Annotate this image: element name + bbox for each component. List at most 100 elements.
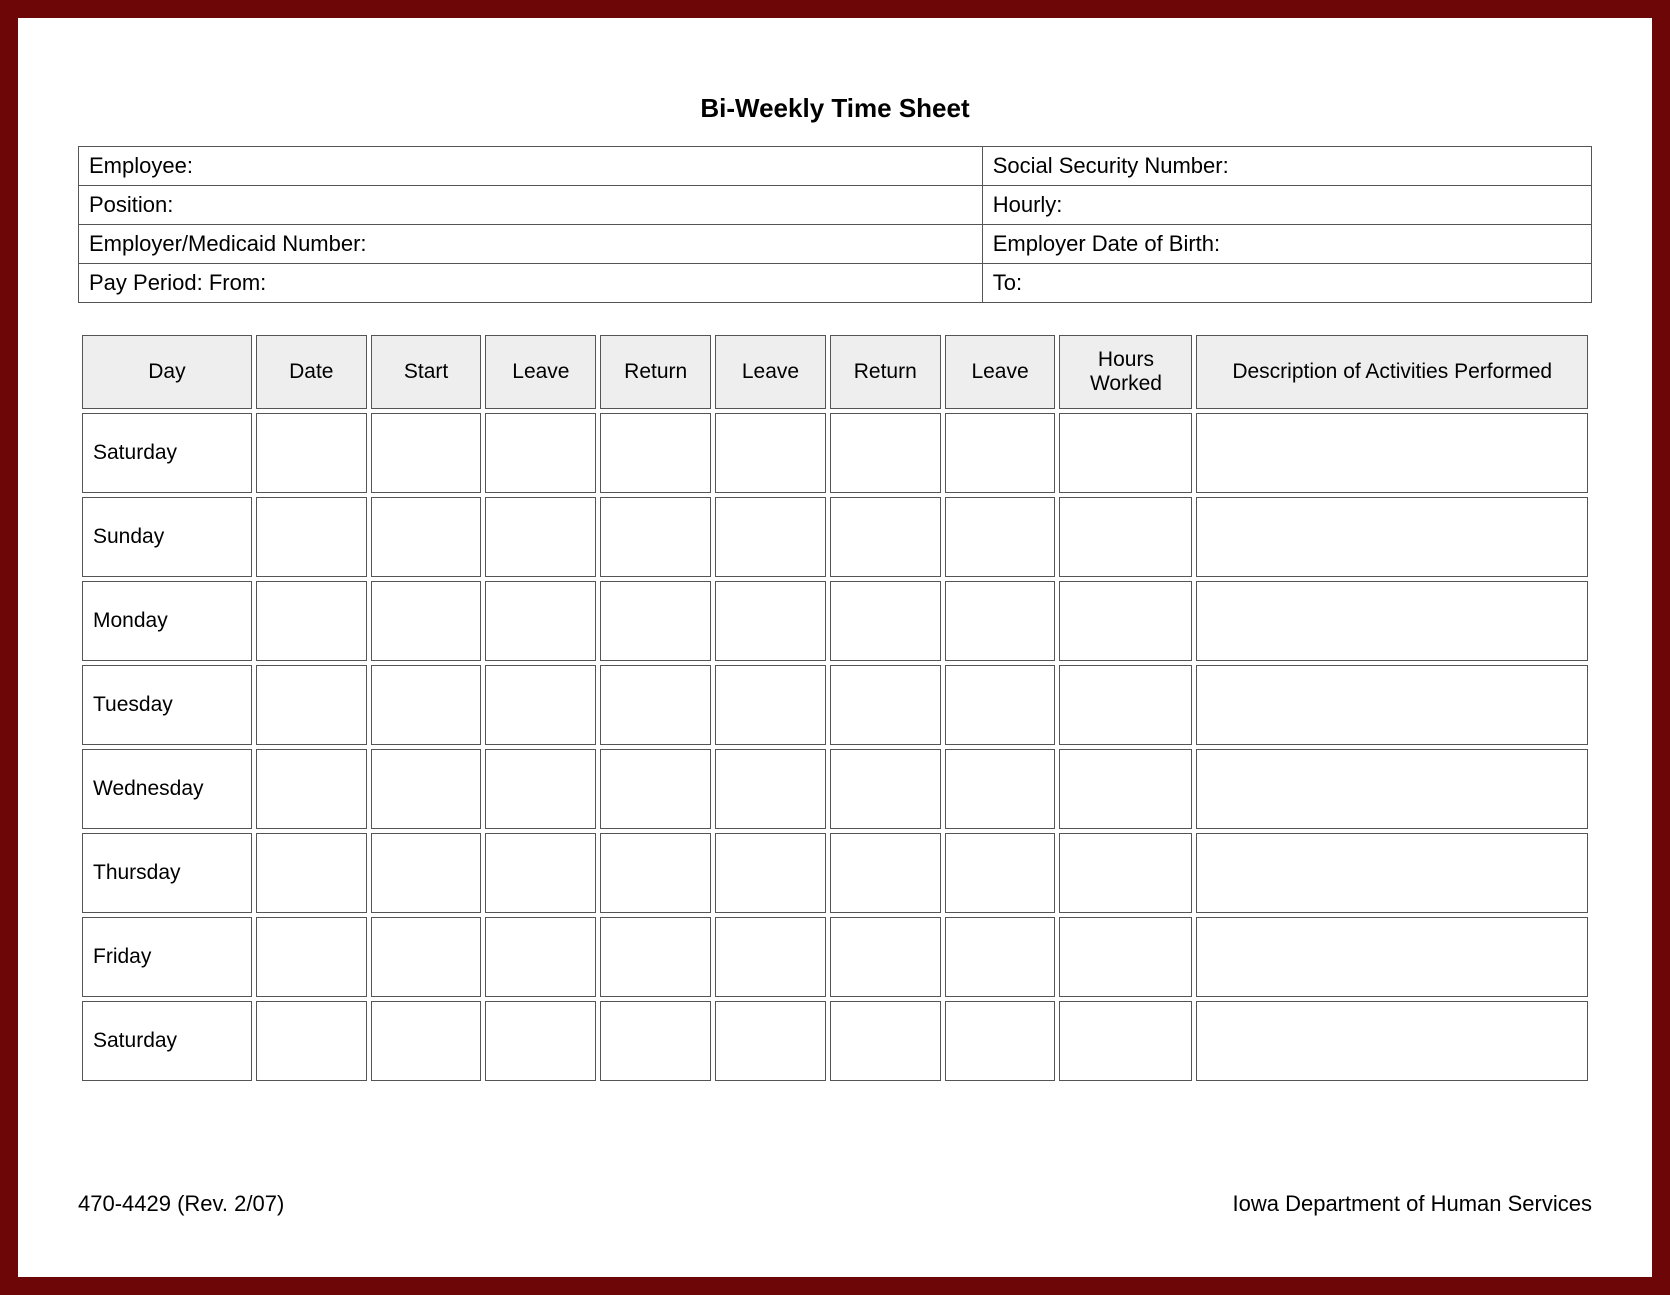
- table-row: Tuesday: [82, 665, 1588, 745]
- empty-cell: [945, 665, 1056, 745]
- empty-cell: [256, 413, 367, 493]
- info-table: Employee: Social Security Number: Positi…: [78, 146, 1592, 303]
- footer-agency: Iowa Department of Human Services: [1233, 1191, 1593, 1217]
- empty-cell: [1196, 917, 1588, 997]
- empty-cell: [485, 1001, 596, 1081]
- info-pay-from: Pay Period: From:: [79, 264, 983, 303]
- empty-cell: [371, 749, 482, 829]
- empty-cell: [1059, 1001, 1192, 1081]
- empty-cell: [600, 917, 711, 997]
- empty-cell: [600, 833, 711, 913]
- empty-cell: [600, 497, 711, 577]
- empty-cell: [830, 749, 941, 829]
- document-footer: 470-4429 (Rev. 2/07) Iowa Department of …: [78, 1191, 1592, 1217]
- empty-cell: [945, 833, 1056, 913]
- info-employee: Employee:: [79, 147, 983, 186]
- empty-cell: [715, 497, 826, 577]
- empty-cell: [830, 581, 941, 661]
- info-medicaid: Employer/Medicaid Number:: [79, 225, 983, 264]
- empty-cell: [256, 917, 367, 997]
- empty-cell: [371, 413, 482, 493]
- footer-form-id: 470-4429 (Rev. 2/07): [78, 1191, 284, 1217]
- document-content: Bi-Weekly Time Sheet Employee: Social Se…: [18, 18, 1652, 1085]
- empty-cell: [371, 665, 482, 745]
- empty-cell: [830, 833, 941, 913]
- empty-cell: [830, 665, 941, 745]
- col-start: Start: [371, 335, 482, 409]
- empty-cell: [715, 413, 826, 493]
- empty-cell: [1059, 749, 1192, 829]
- table-row: Monday: [82, 581, 1588, 661]
- empty-cell: [945, 749, 1056, 829]
- empty-cell: [256, 497, 367, 577]
- empty-cell: [945, 497, 1056, 577]
- empty-cell: [945, 1001, 1056, 1081]
- empty-cell: [485, 917, 596, 997]
- col-day: Day: [82, 335, 252, 409]
- day-cell: Thursday: [82, 833, 252, 913]
- table-row: Wednesday: [82, 749, 1588, 829]
- table-row: Friday: [82, 917, 1588, 997]
- empty-cell: [1059, 413, 1192, 493]
- empty-cell: [256, 1001, 367, 1081]
- day-cell: Saturday: [82, 413, 252, 493]
- empty-cell: [1196, 581, 1588, 661]
- empty-cell: [1196, 413, 1588, 493]
- empty-cell: [1196, 497, 1588, 577]
- empty-cell: [830, 917, 941, 997]
- col-desc: Description of Activities Performed: [1196, 335, 1588, 409]
- col-date: Date: [256, 335, 367, 409]
- empty-cell: [945, 581, 1056, 661]
- info-pay-to: To:: [982, 264, 1591, 303]
- empty-cell: [715, 917, 826, 997]
- day-cell: Saturday: [82, 1001, 252, 1081]
- empty-cell: [371, 917, 482, 997]
- empty-cell: [1059, 581, 1192, 661]
- empty-cell: [1059, 665, 1192, 745]
- day-cell: Sunday: [82, 497, 252, 577]
- empty-cell: [371, 833, 482, 913]
- empty-cell: [830, 1001, 941, 1081]
- empty-cell: [1196, 749, 1588, 829]
- empty-cell: [600, 665, 711, 745]
- empty-cell: [371, 1001, 482, 1081]
- empty-cell: [256, 749, 367, 829]
- empty-cell: [256, 581, 367, 661]
- col-leave1: Leave: [485, 335, 596, 409]
- document-title: Bi-Weekly Time Sheet: [78, 93, 1592, 124]
- table-row: Saturday: [82, 1001, 1588, 1081]
- info-position: Position:: [79, 186, 983, 225]
- empty-cell: [1059, 917, 1192, 997]
- info-hourly: Hourly:: [982, 186, 1591, 225]
- empty-cell: [600, 413, 711, 493]
- empty-cell: [485, 497, 596, 577]
- day-cell: Friday: [82, 917, 252, 997]
- empty-cell: [371, 497, 482, 577]
- timesheet-header-row: Day Date Start Leave Return Leave Return…: [82, 335, 1588, 409]
- day-cell: Tuesday: [82, 665, 252, 745]
- day-cell: Wednesday: [82, 749, 252, 829]
- empty-cell: [600, 581, 711, 661]
- col-hours: Hours Worked: [1059, 335, 1192, 409]
- empty-cell: [600, 749, 711, 829]
- empty-cell: [485, 749, 596, 829]
- empty-cell: [256, 665, 367, 745]
- empty-cell: [485, 581, 596, 661]
- empty-cell: [830, 497, 941, 577]
- empty-cell: [371, 581, 482, 661]
- empty-cell: [715, 665, 826, 745]
- empty-cell: [1196, 1001, 1588, 1081]
- table-row: Saturday: [82, 413, 1588, 493]
- empty-cell: [715, 1001, 826, 1081]
- empty-cell: [485, 833, 596, 913]
- info-dob: Employer Date of Birth:: [982, 225, 1591, 264]
- empty-cell: [715, 833, 826, 913]
- col-return2: Return: [830, 335, 941, 409]
- empty-cell: [485, 413, 596, 493]
- document-frame: Bi-Weekly Time Sheet Employee: Social Se…: [0, 0, 1670, 1295]
- timesheet-table: Day Date Start Leave Return Leave Return…: [78, 331, 1592, 1085]
- empty-cell: [1059, 833, 1192, 913]
- table-row: Sunday: [82, 497, 1588, 577]
- empty-cell: [715, 749, 826, 829]
- day-cell: Monday: [82, 581, 252, 661]
